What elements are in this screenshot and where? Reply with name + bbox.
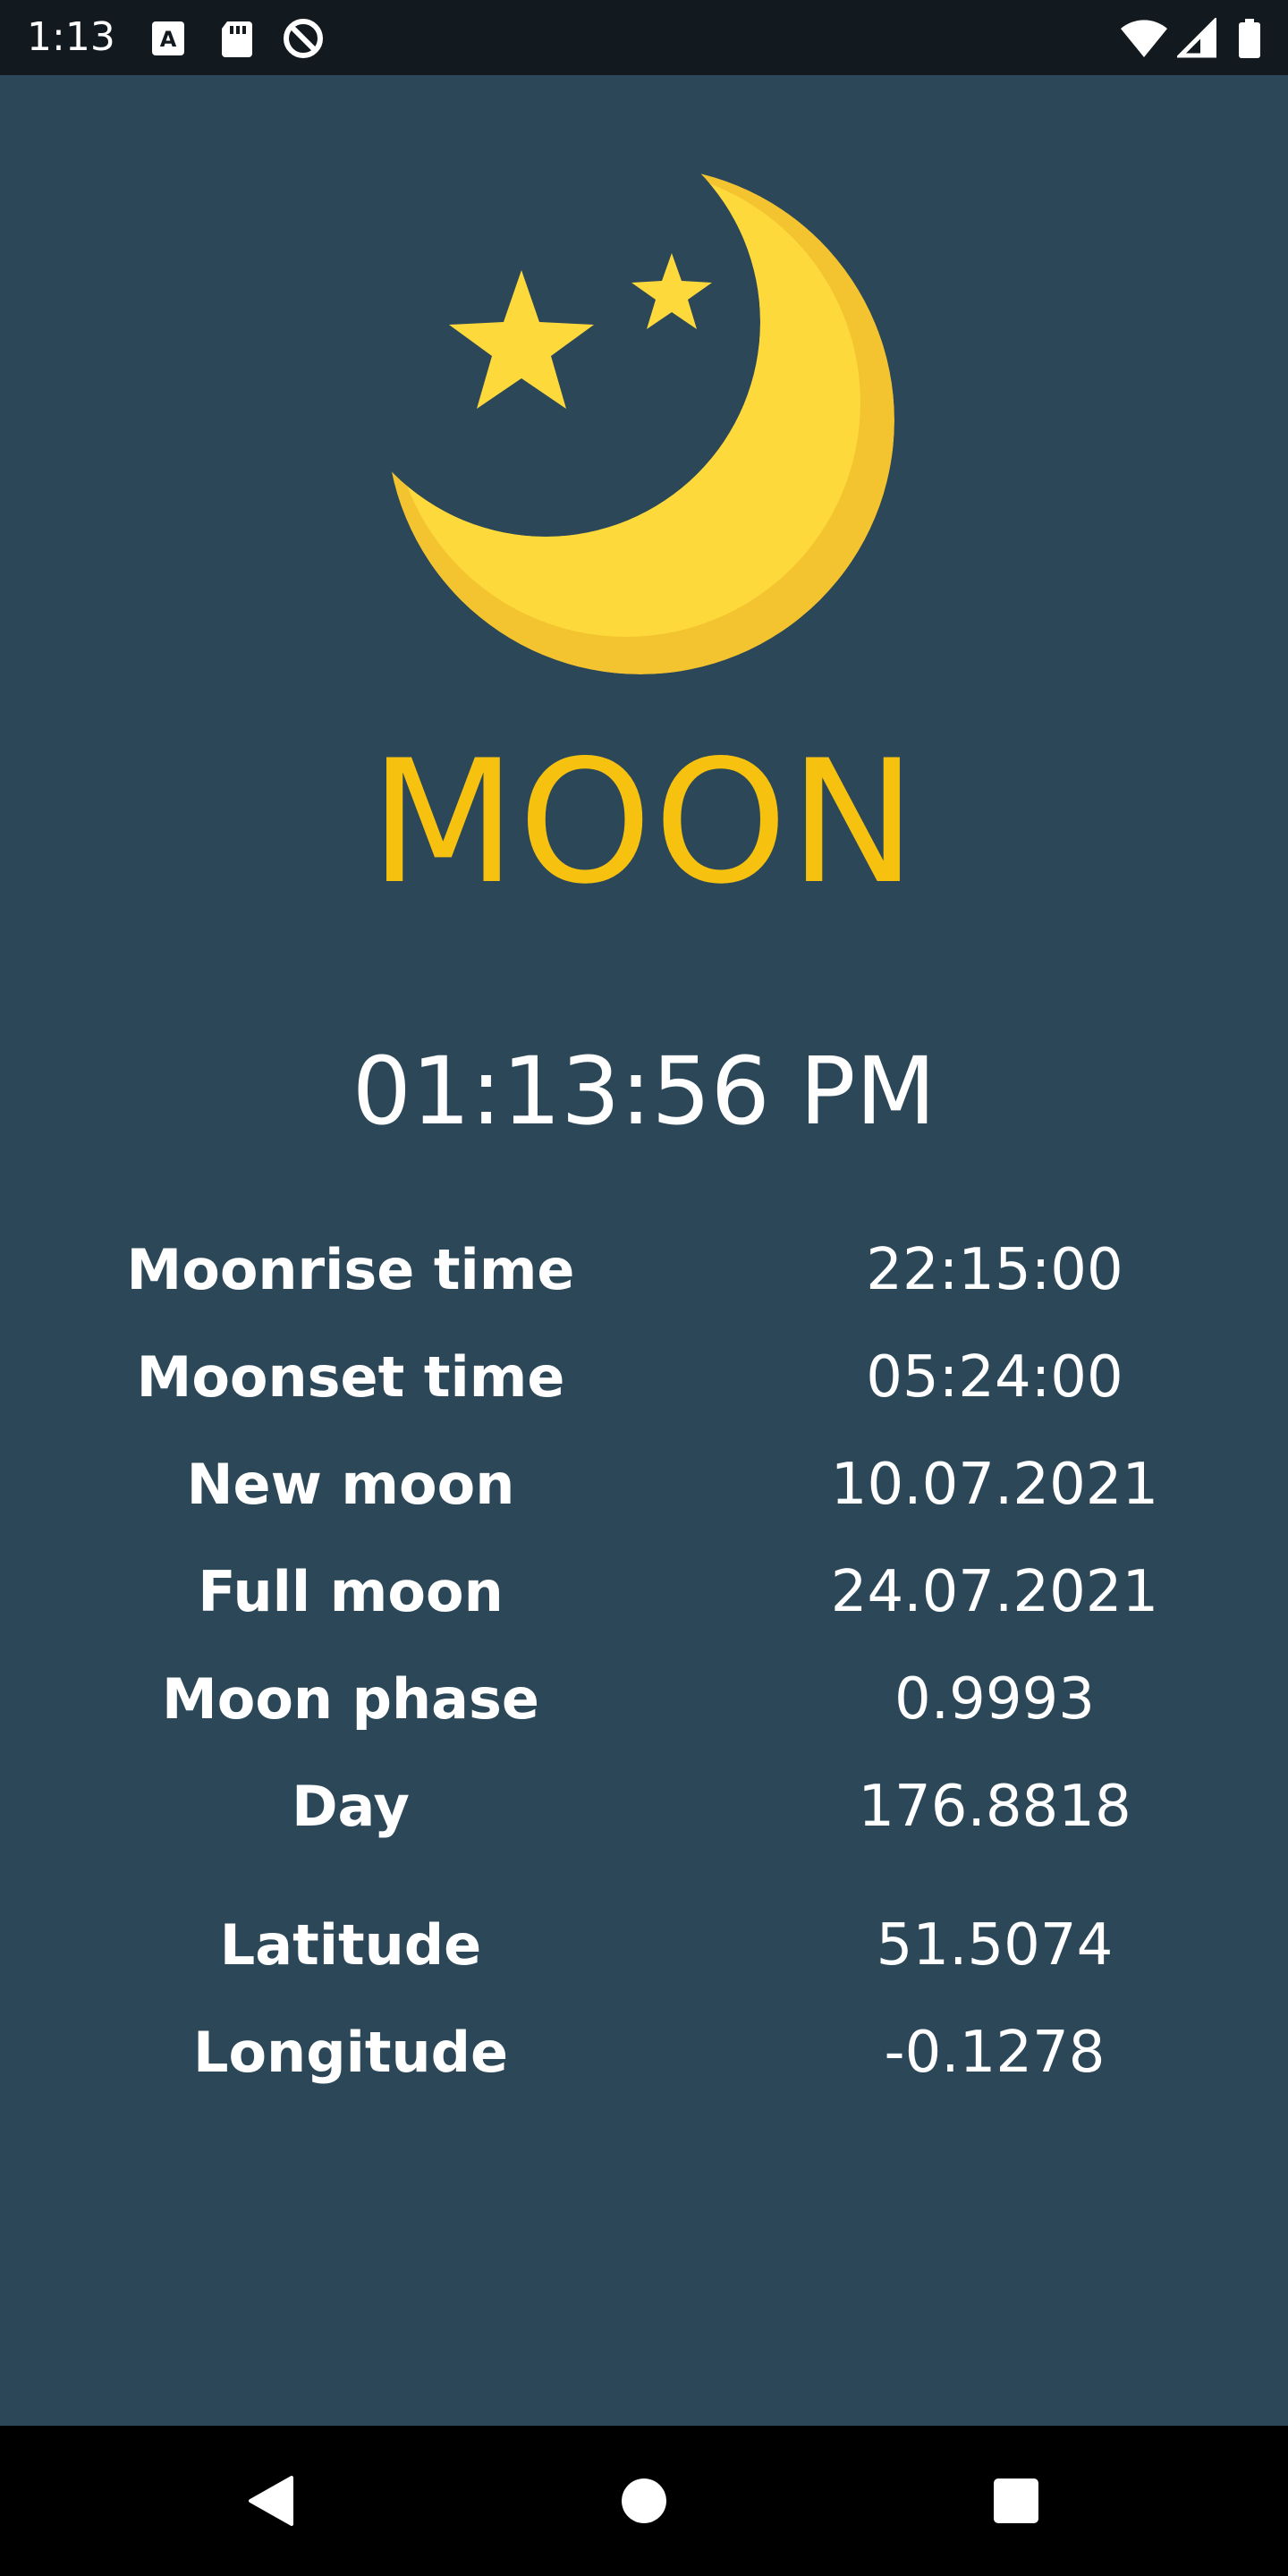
- moon-icon: [386, 166, 894, 674]
- moon-illustration: [385, 161, 903, 680]
- recents-button[interactable]: [945, 2426, 1088, 2576]
- moonset-value: 05:24:00: [866, 1344, 1123, 1411]
- svg-text:A: A: [160, 27, 177, 52]
- current-time: 01:13:56 PM: [352, 1037, 936, 1146]
- longitude-label: Longitude: [192, 2020, 509, 2085]
- recents-icon: [994, 2479, 1038, 2523]
- info-row-new-moon: New moon 10.07.2021: [0, 1440, 1288, 1530]
- info-row-day: Day 176.8818: [0, 1762, 1288, 1852]
- info-row-moon-phase: Moon phase 0.9993: [0, 1655, 1288, 1744]
- moonrise-value: 22:15:00: [866, 1237, 1123, 1303]
- status-time: 1:13: [27, 14, 115, 60]
- sd-card-icon: [218, 18, 254, 59]
- new-moon-label: New moon: [186, 1452, 515, 1517]
- info-row-longitude: Longitude -0.1278: [0, 2008, 1288, 2097]
- moon-phase-value: 0.9993: [894, 1666, 1095, 1733]
- signal-icon: [1174, 15, 1217, 59]
- status-bar: 1:13 A: [0, 0, 1288, 75]
- latitude-value: 51.5074: [876, 1912, 1114, 1979]
- battery-icon: [1236, 18, 1263, 59]
- info-row-full-moon: Full moon 24.07.2021: [0, 1547, 1288, 1637]
- info-row-latitude: Latitude 51.5074: [0, 1901, 1288, 1990]
- full-moon-value: 24.07.2021: [830, 1559, 1159, 1625]
- moonset-label: Moonset time: [136, 1344, 565, 1410]
- app-screen: 1:13 A MOON 01:13:56 PM Moonrise time 22…: [0, 0, 1288, 2576]
- info-row-moonset: Moonset time 05:24:00: [0, 1333, 1288, 1422]
- back-icon: [249, 2476, 293, 2526]
- day-value: 176.8818: [858, 1774, 1131, 1840]
- back-button[interactable]: [199, 2426, 342, 2576]
- home-button[interactable]: [572, 2426, 716, 2576]
- app-title: MOON: [369, 724, 919, 921]
- full-moon-label: Full moon: [198, 1559, 504, 1624]
- longitude-value: -0.1278: [884, 2020, 1106, 2086]
- moon-phase-label: Moon phase: [162, 1666, 539, 1732]
- latitude-label: Latitude: [219, 1912, 482, 1978]
- home-icon: [622, 2479, 666, 2523]
- navigation-bar: [0, 2426, 1288, 2576]
- moonrise-label: Moonrise time: [126, 1237, 575, 1302]
- info-row-moonrise: Moonrise time 22:15:00: [0, 1225, 1288, 1315]
- wifi-icon: [1120, 18, 1168, 59]
- new-moon-value: 10.07.2021: [830, 1452, 1159, 1518]
- text-a-notification-icon: A: [150, 18, 186, 59]
- day-label: Day: [292, 1774, 410, 1839]
- data-saver-icon: [281, 18, 326, 59]
